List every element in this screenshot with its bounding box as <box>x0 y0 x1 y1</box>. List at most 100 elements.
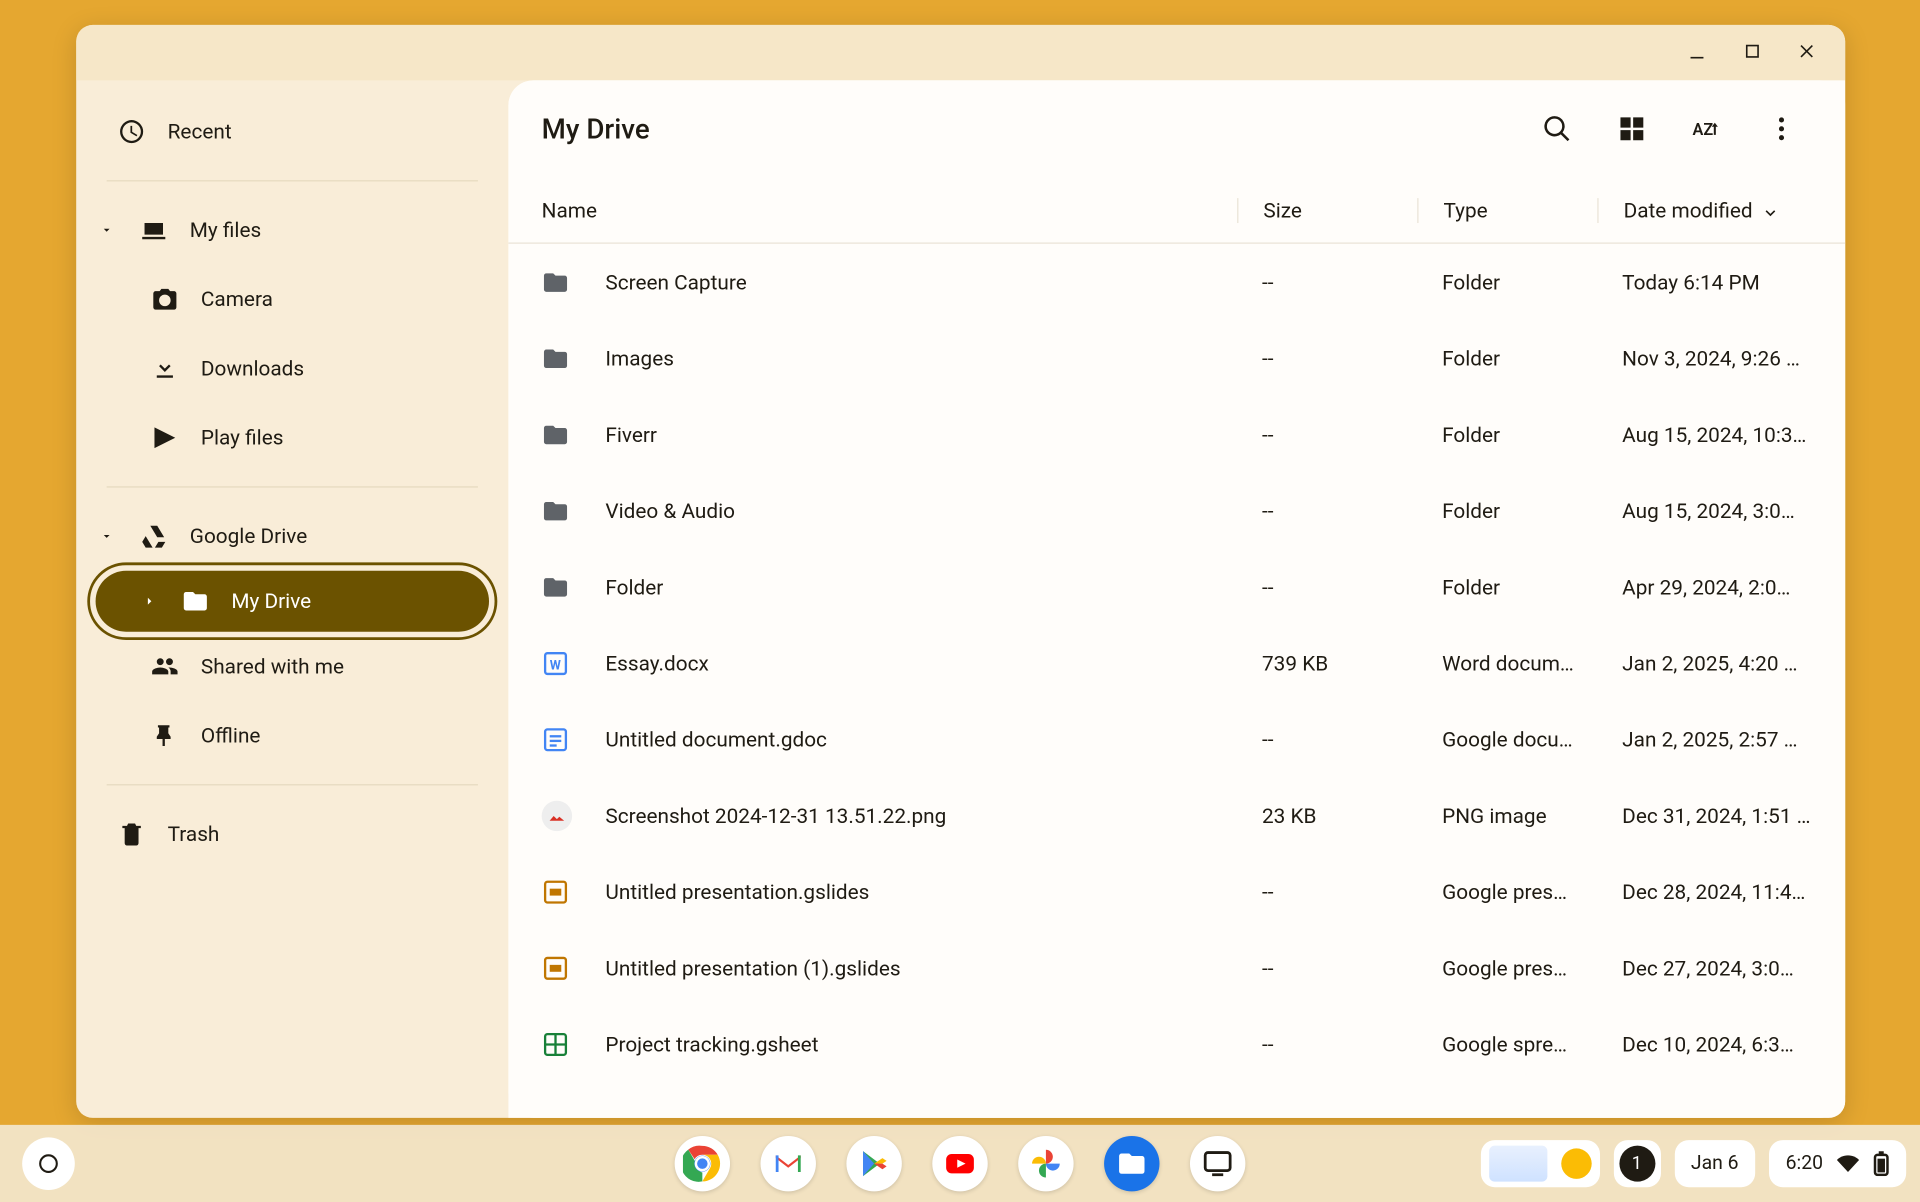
file-date: Today 6:14 PM <box>1597 269 1812 294</box>
file-size: -- <box>1237 422 1417 447</box>
youtube-app[interactable] <box>932 1136 987 1191</box>
col-type-header[interactable]: Type <box>1417 197 1597 222</box>
column-headers: Name Size Type Date modified <box>508 177 1845 243</box>
notification-tray[interactable]: 1 <box>1613 1140 1660 1187</box>
file-type-icon <box>542 497 606 525</box>
sidebar-item-recent[interactable]: Recent <box>76 97 508 166</box>
sidebar-item-camera[interactable]: Camera <box>76 265 508 334</box>
file-row[interactable]: Screen Capture--FolderToday 6:14 PM <box>508 244 1845 320</box>
sidebar-item-google-drive[interactable]: Google Drive <box>76 501 508 570</box>
sort-button[interactable]: AZ <box>1676 98 1737 159</box>
wifi-icon <box>1837 1153 1859 1175</box>
col-date-header[interactable]: Date modified <box>1597 197 1812 222</box>
laptop-icon <box>140 216 168 244</box>
camera-icon <box>151 285 179 313</box>
col-label: Date modified <box>1624 197 1753 222</box>
view-toggle-button[interactable] <box>1601 98 1662 159</box>
file-date: Dec 28, 2024, 11:4… <box>1597 879 1812 904</box>
col-label: Type <box>1443 197 1487 222</box>
minimize-button[interactable] <box>1687 39 1706 65</box>
tote-thumbnail-icon <box>1489 1146 1547 1182</box>
file-type: Google pres… <box>1417 879 1597 904</box>
file-type-icon <box>542 954 606 982</box>
sidebar: Recent My files Camera Downloads Play fi… <box>76 80 508 1118</box>
file-type: Folder <box>1417 498 1597 523</box>
chevron-down-icon <box>96 529 118 543</box>
divider <box>107 486 478 487</box>
file-row[interactable]: Screenshot 2024-12-31 13.51.22.png23 KBP… <box>508 777 1845 853</box>
sidebar-item-label: Recent <box>168 119 232 144</box>
file-date: Nov 3, 2024, 9:26 … <box>1597 346 1812 371</box>
files-window: Recent My files Camera Downloads Play fi… <box>76 25 1845 1118</box>
file-type: PNG image <box>1417 803 1597 828</box>
search-button[interactable] <box>1527 98 1588 159</box>
sidebar-item-trash[interactable]: Trash <box>76 799 508 868</box>
file-row[interactable]: Fiverr--FolderAug 15, 2024, 10:3… <box>508 396 1845 472</box>
sidebar-item-my-files[interactable]: My files <box>76 195 508 264</box>
file-name: Images <box>605 346 1237 371</box>
file-size: -- <box>1237 498 1417 523</box>
pin-icon <box>151 722 179 750</box>
col-size-header[interactable]: Size <box>1237 197 1417 222</box>
file-type: Google pres… <box>1417 955 1597 980</box>
maximize-icon <box>1743 41 1762 60</box>
maximize-button[interactable] <box>1743 39 1762 65</box>
file-date: Dec 10, 2024, 6:3… <box>1597 1031 1812 1056</box>
close-button[interactable] <box>1798 39 1817 65</box>
launcher-button[interactable] <box>22 1137 75 1190</box>
file-row[interactable]: Untitled presentation.gslides--Google pr… <box>508 853 1845 929</box>
more-button[interactable] <box>1751 98 1812 159</box>
file-type: Word docum… <box>1417 650 1597 675</box>
sidebar-item-shared-with-me[interactable]: Shared with me <box>76 632 508 701</box>
chrome-app[interactable] <box>675 1136 730 1191</box>
svg-text:AZ: AZ <box>1692 120 1713 139</box>
col-label: Name <box>542 197 597 222</box>
file-size: -- <box>1237 574 1417 599</box>
search-icon <box>1542 114 1572 144</box>
file-row[interactable]: Project tracking.gsheet--Google spre…Dec… <box>508 1006 1845 1082</box>
status-tray[interactable]: 6:20 <box>1769 1140 1906 1187</box>
file-size: -- <box>1237 955 1417 980</box>
toolbar: My Drive AZ <box>508 80 1845 177</box>
files-app[interactable] <box>1104 1136 1159 1191</box>
sidebar-item-play-files[interactable]: Play files <box>76 403 508 472</box>
file-row[interactable]: Images--FolderNov 3, 2024, 9:26 … <box>508 320 1845 396</box>
file-name: Untitled document.gdoc <box>605 727 1237 752</box>
shelf-apps <box>675 1136 1246 1191</box>
file-row[interactable]: Video & Audio--FolderAug 15, 2024, 3:0… <box>508 472 1845 548</box>
shelf: 1 Jan 6 6:20 <box>0 1125 1920 1202</box>
file-size: -- <box>1237 346 1417 371</box>
play-icon <box>151 424 179 452</box>
file-name: Untitled presentation (1).gslides <box>605 955 1237 980</box>
sidebar-item-label: Downloads <box>201 356 304 381</box>
battery-icon <box>1873 1151 1890 1176</box>
close-icon <box>1798 41 1817 60</box>
file-row[interactable]: Folder--FolderApr 29, 2024, 2:0… <box>508 549 1845 625</box>
sidebar-item-offline[interactable]: Offline <box>76 701 508 770</box>
sidebar-item-downloads[interactable]: Downloads <box>76 334 508 403</box>
files-icon <box>1117 1148 1147 1178</box>
file-type-icon <box>542 268 606 296</box>
photos-app[interactable] <box>1018 1136 1073 1191</box>
file-row[interactable]: Untitled presentation (1).gslides--Googl… <box>508 930 1845 1006</box>
file-name: Fiverr <box>605 422 1237 447</box>
file-type: Folder <box>1417 574 1597 599</box>
file-row[interactable]: Untitled document.gdoc--Google docu…Jan … <box>508 701 1845 777</box>
file-name: Screen Capture <box>605 269 1237 294</box>
file-size: -- <box>1237 727 1417 752</box>
screen-capture-app[interactable] <box>1190 1136 1245 1191</box>
file-row[interactable]: WEssay.docx739 KBWord docum…Jan 2, 2025,… <box>508 625 1845 701</box>
tote-tray[interactable] <box>1480 1140 1599 1187</box>
page-title: My Drive <box>542 112 1513 145</box>
calendar-tray[interactable]: Jan 6 <box>1674 1140 1755 1187</box>
col-name-header[interactable]: Name <box>542 197 1237 222</box>
notification-count: 1 <box>1619 1146 1655 1182</box>
file-type: Google docu… <box>1417 727 1597 752</box>
sidebar-item-my-drive[interactable]: My Drive <box>96 571 489 632</box>
drive-icon <box>140 522 168 550</box>
gmail-app[interactable] <box>761 1136 816 1191</box>
file-date: Apr 29, 2024, 2:0… <box>1597 574 1812 599</box>
play-store-app[interactable] <box>846 1136 901 1191</box>
sidebar-item-label: Camera <box>201 287 273 312</box>
file-name: Screenshot 2024-12-31 13.51.22.png <box>605 803 1237 828</box>
